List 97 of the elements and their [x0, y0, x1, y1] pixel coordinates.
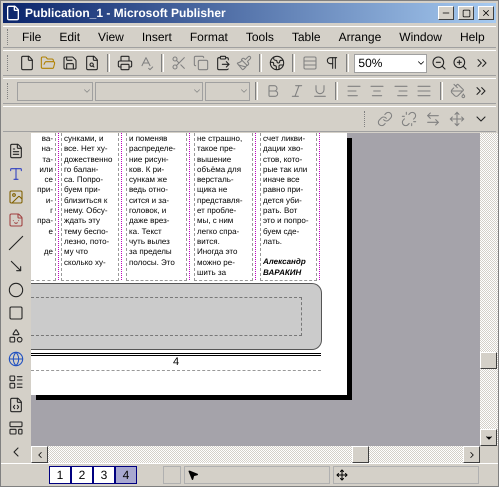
text-line: и поменяв [129, 134, 168, 144]
menu-item[interactable]: Window [391, 28, 450, 46]
author-name: ВАРАКИН [263, 268, 302, 278]
page-tab[interactable]: 1 [49, 466, 71, 484]
text-line: са. Попро- [64, 175, 104, 186]
menu-item[interactable]: File [14, 28, 50, 46]
text-line: го балан- [64, 164, 100, 176]
text-line: это и попро- [263, 216, 310, 227]
text-line: за пределы [129, 247, 173, 258]
menu-item[interactable]: Table [284, 28, 329, 46]
text-line: чуть вылез [129, 236, 171, 248]
text-line: е [48, 226, 53, 237]
text-line: объёма для [197, 164, 242, 176]
text-line: представля- [197, 196, 244, 206]
text-line: счет ликви- [263, 134, 306, 144]
text-line: де [42, 246, 53, 258]
text-line: пра- [36, 216, 53, 227]
scroll-down-button[interactable] [480, 429, 497, 446]
page-number: 4 [172, 356, 180, 370]
maximize-icon [462, 8, 470, 18]
text-line: мы, с ним [197, 216, 234, 227]
scroll-thumb[interactable] [480, 352, 497, 369]
text-line: рые так или [263, 164, 308, 176]
close-icon [481, 8, 491, 18]
text-line: равно при- [263, 185, 304, 196]
text-line: или [38, 164, 53, 176]
window-title: Publication_1 - Microsoft Publisher [25, 6, 227, 20]
horizontal-scrollbar[interactable] [31, 446, 498, 463]
menu-item[interactable]: View [90, 28, 132, 46]
minimize-button[interactable] [438, 6, 454, 20]
text-line: такое пре- [197, 144, 237, 155]
text-line: иначе все [263, 175, 301, 186]
text-line: та- [41, 154, 53, 165]
close-button[interactable] [478, 6, 494, 20]
text-line: ет пробле- [197, 206, 238, 216]
text-line: дется уби- [263, 196, 303, 206]
text-line: на- [40, 144, 53, 155]
maximize-button[interactable] [458, 6, 474, 20]
text-line: вится. [197, 236, 221, 248]
text-line: распределе- [129, 144, 177, 155]
pointer-icon [187, 469, 199, 481]
page-tab[interactable]: 3 [93, 466, 115, 484]
position-icon [336, 469, 348, 481]
text-line: г [49, 206, 53, 216]
text-line: ка. Текст [129, 226, 163, 237]
page-tab[interactable]: 2 [71, 466, 93, 484]
zoom-dropdown[interactable]: 50% [354, 54, 427, 72]
text-line: ждать эту [64, 216, 102, 227]
menu-item[interactable]: Tools [238, 28, 282, 46]
text-line: близиться к [64, 196, 108, 206]
text-line: рать. Вот [263, 206, 298, 216]
author-name: Александр [263, 257, 307, 268]
text-line: Иногда это [197, 247, 238, 258]
text-line: сунками, и [64, 134, 104, 144]
text-line: легко спра- [197, 226, 240, 237]
text-line: при- [36, 185, 53, 196]
scroll-right-button[interactable] [463, 446, 480, 463]
text-line: сколько ху- [64, 258, 107, 268]
text-line: не страшно, [197, 134, 244, 144]
text-line: шить за [197, 268, 228, 278]
text-line: дожественно [64, 154, 114, 165]
scroll-thumb[interactable] [352, 446, 369, 463]
text-line: стов, кото- [263, 154, 304, 165]
text-line: се [44, 175, 53, 186]
text-line: вышение [197, 154, 232, 165]
text-line: му что [64, 247, 90, 258]
menu-item[interactable]: Edit [51, 28, 88, 46]
text-line: нему. Обсу- [64, 206, 108, 216]
text-line: лезно, пото- [64, 236, 110, 248]
text-line: буем сде- [263, 226, 300, 237]
text-line: ков. К ри- [129, 164, 166, 176]
text-line: тему беспо- [64, 226, 110, 237]
text-line: дации хво- [263, 144, 304, 155]
text-line: все. Нет ху- [64, 144, 109, 155]
text-line: и- [44, 196, 53, 206]
text-line: лать. [263, 236, 283, 248]
text-line: ние рисун- [129, 154, 170, 165]
text-line: ведь отно- [129, 185, 169, 196]
menu-item[interactable]: Insert [134, 28, 180, 46]
text-line: даже врез- [129, 216, 170, 227]
text-line: ва- [40, 134, 53, 144]
menu-item[interactable]: Help [452, 28, 493, 46]
text-line: головок, и [129, 206, 168, 216]
text-line: версталь- [197, 175, 235, 186]
vertical-scrollbar[interactable] [480, 133, 498, 446]
text-line: сункам же [129, 175, 168, 186]
text-line: щика не [197, 185, 228, 196]
text-line: сится и за- [129, 196, 170, 206]
scroll-left-button[interactable] [31, 446, 48, 463]
page-tab[interactable]: 4 [115, 466, 137, 484]
app-icon [5, 5, 21, 21]
text-line: буем при- [64, 185, 102, 196]
menu-item[interactable]: Arrange [330, 28, 390, 46]
menu-item[interactable]: Format [182, 28, 236, 46]
status-field [163, 466, 181, 484]
text-line: можно ре- [197, 258, 236, 268]
text-line: полосы. Это [129, 258, 176, 268]
